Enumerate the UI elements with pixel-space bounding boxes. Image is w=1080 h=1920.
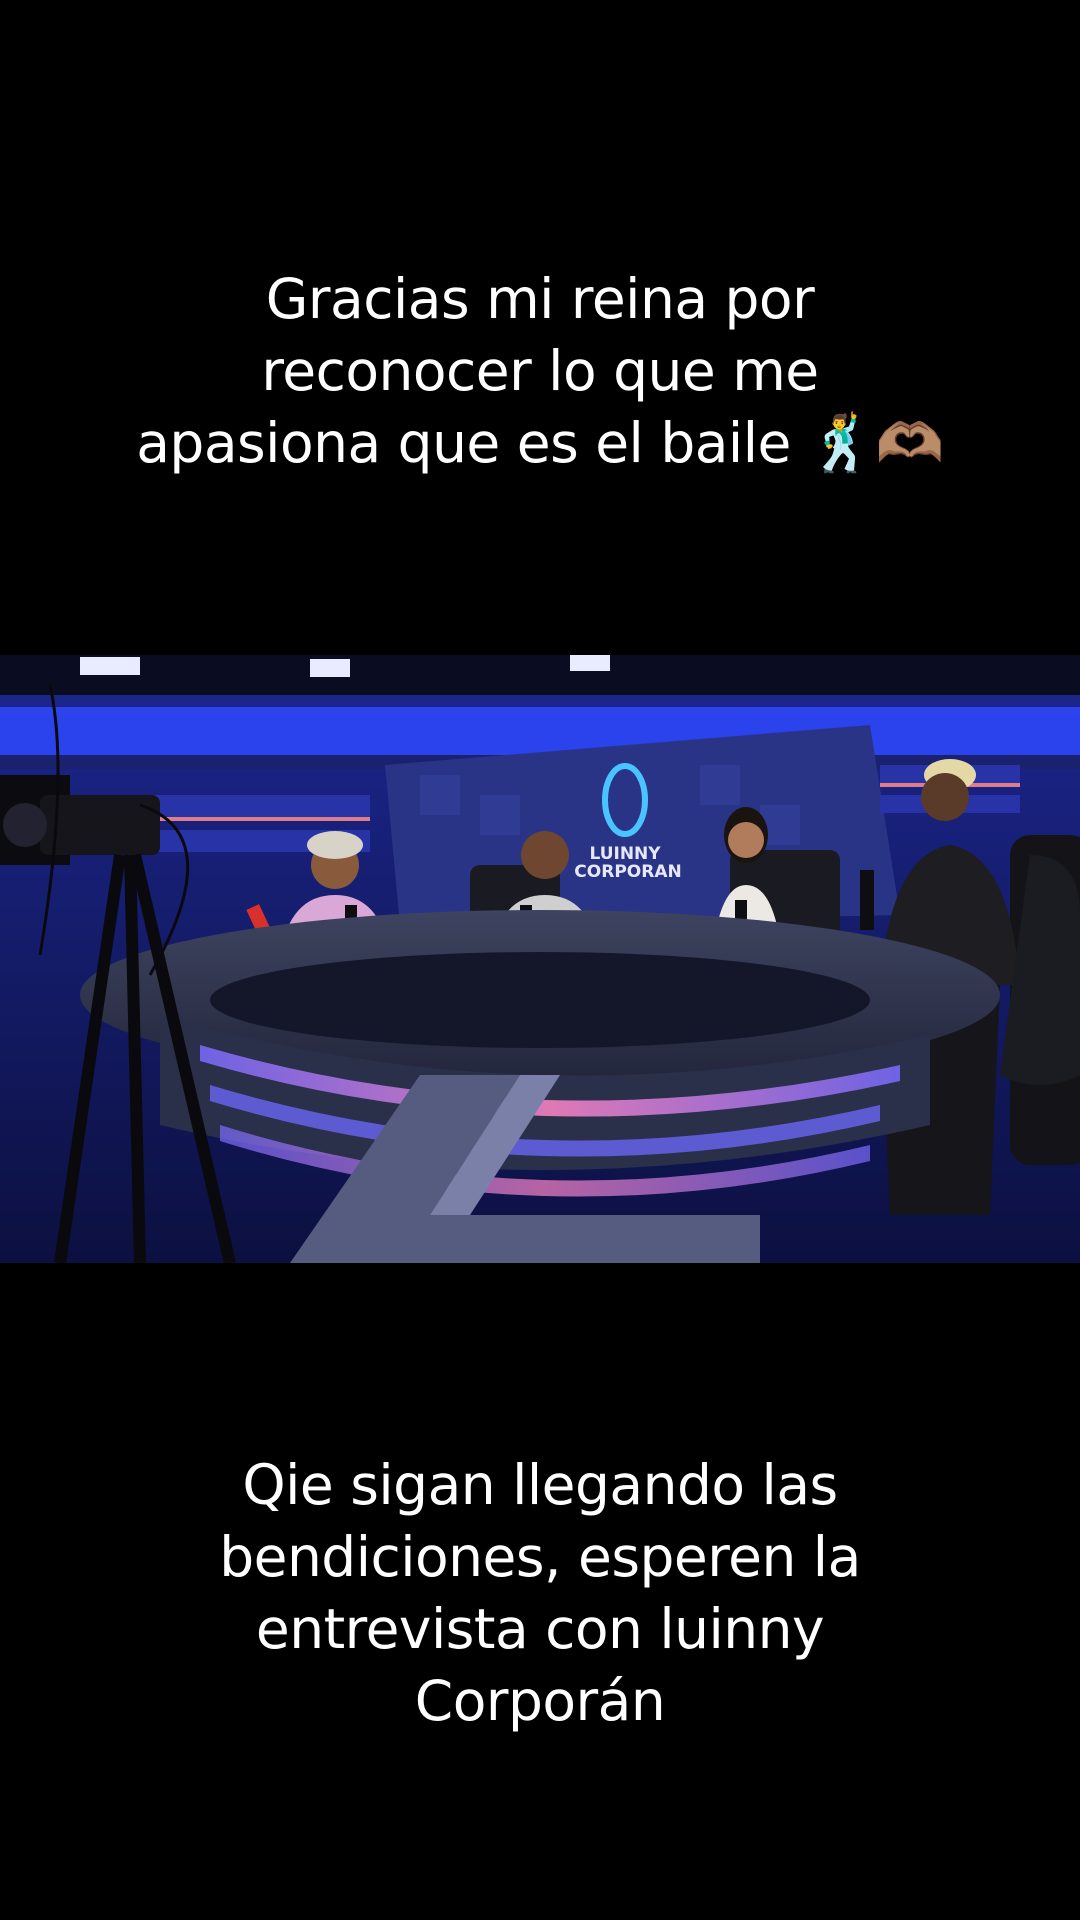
caption-bottom: Qie sigan llegando las bendiciones, espe… [219,1453,861,1733]
studio-scene: LUINNY CORPORAN [0,655,1080,1263]
caption-top: Gracias mi reina por reconocer lo que me… [136,267,944,475]
studio-logo-text: LUINNY CORPORAN [574,844,681,882]
video-frame[interactable]: LUINNY CORPORAN [0,655,1080,1263]
